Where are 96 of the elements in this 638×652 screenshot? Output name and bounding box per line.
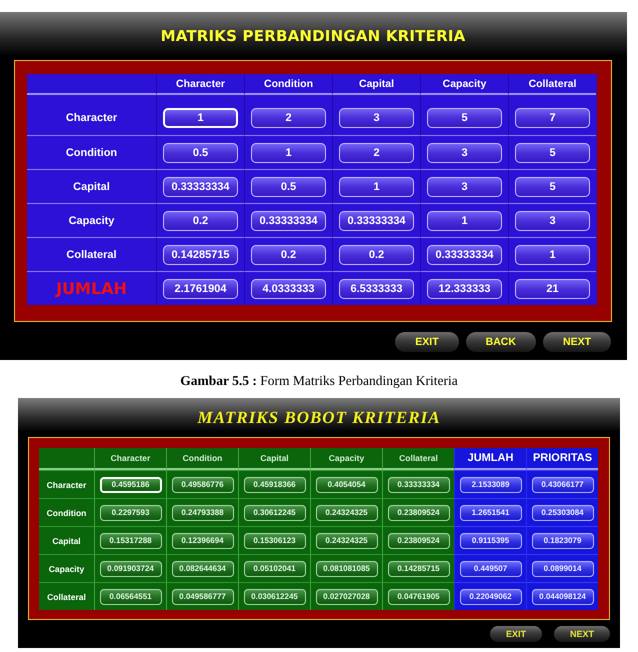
column-header: Capacity	[310, 448, 382, 470]
value-field[interactable]: 0.449507	[460, 560, 522, 576]
value-field[interactable]: 1.2651541	[460, 504, 522, 520]
value-field[interactable]: 2.1533089	[460, 476, 522, 492]
row-header: Condition	[39, 498, 94, 526]
row-header: Condition	[27, 135, 156, 169]
value-field[interactable]: 0.25303084	[532, 504, 594, 520]
nav-button[interactable]: EXIT	[395, 332, 459, 352]
value-field[interactable]: 0.24324325	[316, 532, 378, 548]
value-field[interactable]: 0.15317288	[100, 532, 162, 548]
value-field[interactable]: 2	[251, 108, 326, 128]
column-header: Capacity	[420, 74, 508, 95]
nav-button[interactable]: NEXT	[542, 332, 611, 352]
value-field[interactable]: 0.14285715	[388, 560, 450, 576]
value-field[interactable]: 0.24324325	[316, 504, 378, 520]
row-header: Capital	[39, 526, 94, 554]
value-field[interactable]: 1	[251, 142, 326, 162]
value-field[interactable]: 5	[515, 176, 590, 196]
row-header: Character	[64, 111, 118, 126]
value-field[interactable]: 0.24793388	[172, 504, 234, 520]
value-field[interactable]: 0.4595186	[100, 476, 162, 492]
value-field[interactable]: 0.044098124	[532, 588, 594, 604]
value-field[interactable]: 0.5	[251, 176, 326, 196]
value-field[interactable]: 1	[515, 244, 590, 264]
value-field[interactable]: 0.22049062	[460, 588, 522, 604]
value-field[interactable]: 0.027027028	[316, 588, 378, 604]
value-field[interactable]: 0.45918366	[244, 476, 306, 492]
value-field[interactable]: 0.12396694	[172, 532, 234, 548]
value-field[interactable]: 0.33333334	[388, 476, 450, 492]
row-header: Capacity	[27, 203, 156, 237]
row-header: Collateral	[27, 237, 156, 271]
value-field[interactable]: 0.04761905	[388, 588, 450, 604]
row-header: Character	[39, 470, 94, 498]
value-field[interactable]: 0.33333334	[427, 244, 502, 264]
row-header: Capital	[27, 169, 156, 203]
value-field[interactable]: 3	[427, 176, 502, 196]
column-header: JUMLAH	[454, 448, 526, 470]
row-header: Collateral	[39, 582, 94, 610]
column-header: Capital	[332, 74, 420, 95]
value-field[interactable]: 1	[427, 210, 502, 230]
value-field[interactable]: 2	[339, 142, 414, 162]
value-field[interactable]: 0.33333334	[339, 210, 414, 230]
value-field[interactable]: 0.4054054	[316, 476, 378, 492]
value-field[interactable]: 0.5	[163, 142, 238, 162]
value-field[interactable]: 0.14285715	[163, 244, 238, 264]
value-field[interactable]: 0.049586777	[172, 588, 234, 604]
value-field[interactable]: 5	[427, 108, 502, 128]
value-field[interactable]: 0.082644634	[172, 560, 234, 576]
value-field[interactable]: 1	[339, 176, 414, 196]
form-title: MATRIKS PERBANDINGAN KRITERIA	[160, 26, 466, 47]
value-field[interactable]: 5	[515, 142, 590, 162]
value-field[interactable]: 0.05102041	[244, 560, 306, 576]
value-field[interactable]: 3	[339, 108, 414, 128]
value-field[interactable]: 0.2297593	[100, 504, 162, 520]
column-header: Collateral	[508, 74, 596, 95]
value-field[interactable]: 6.5333333	[339, 278, 414, 298]
value-field[interactable]: 2.1761904	[163, 278, 238, 298]
column-header: PRIORITAS	[526, 448, 598, 470]
value-field[interactable]: 0.30612245	[244, 504, 306, 520]
value-field[interactable]: 0.0899014	[532, 560, 594, 576]
nav-button[interactable]: NEXT	[554, 626, 610, 642]
figure-caption: Gambar 5.5 : Form Matriks Perbandingan Kriteria	[179, 372, 459, 390]
column-header: Condition	[166, 448, 238, 470]
form-title: MATRIKS BOBOT KRITERIA	[196, 406, 442, 428]
column-header: Character	[94, 448, 166, 470]
value-field[interactable]: 12.333333	[427, 278, 502, 298]
value-field[interactable]: 0.23809524	[388, 504, 450, 520]
value-field[interactable]: 7	[515, 108, 590, 128]
value-field[interactable]: 0.23809524	[388, 532, 450, 548]
value-field[interactable]: 21	[515, 278, 590, 298]
value-field[interactable]: 0.33333334	[163, 176, 238, 196]
value-field[interactable]: 3	[515, 210, 590, 230]
value-field[interactable]: 0.43066177	[532, 476, 594, 492]
nav-button[interactable]: BACK	[466, 332, 536, 352]
value-field[interactable]: 0.06564551	[100, 588, 162, 604]
value-field[interactable]: 0.2	[163, 210, 238, 230]
value-field[interactable]: 1	[163, 108, 238, 128]
column-header: Condition	[244, 74, 332, 95]
value-field[interactable]: 0.1823079	[532, 532, 594, 548]
value-field[interactable]: 3	[427, 142, 502, 162]
value-field[interactable]: 0.33333334	[251, 210, 326, 230]
value-field[interactable]: 4.0333333	[251, 278, 326, 298]
value-field[interactable]: 0.030612245	[244, 588, 306, 604]
column-header: Collateral	[382, 448, 454, 470]
column-header: Capital	[238, 448, 310, 470]
row-header: JUMLAH	[27, 271, 156, 305]
value-field[interactable]: 0.081081085	[316, 560, 378, 576]
column-header: Character	[156, 74, 244, 95]
nav-button[interactable]: EXIT	[490, 626, 542, 642]
value-field[interactable]: 0.2	[339, 244, 414, 264]
row-header: Capacity	[39, 554, 94, 582]
value-field[interactable]: 0.091903724	[100, 560, 162, 576]
value-field[interactable]: 0.15306123	[244, 532, 306, 548]
value-field[interactable]: 0.9115395	[460, 532, 522, 548]
value-field[interactable]: 0.49586776	[172, 476, 234, 492]
value-field[interactable]: 0.2	[251, 244, 326, 264]
